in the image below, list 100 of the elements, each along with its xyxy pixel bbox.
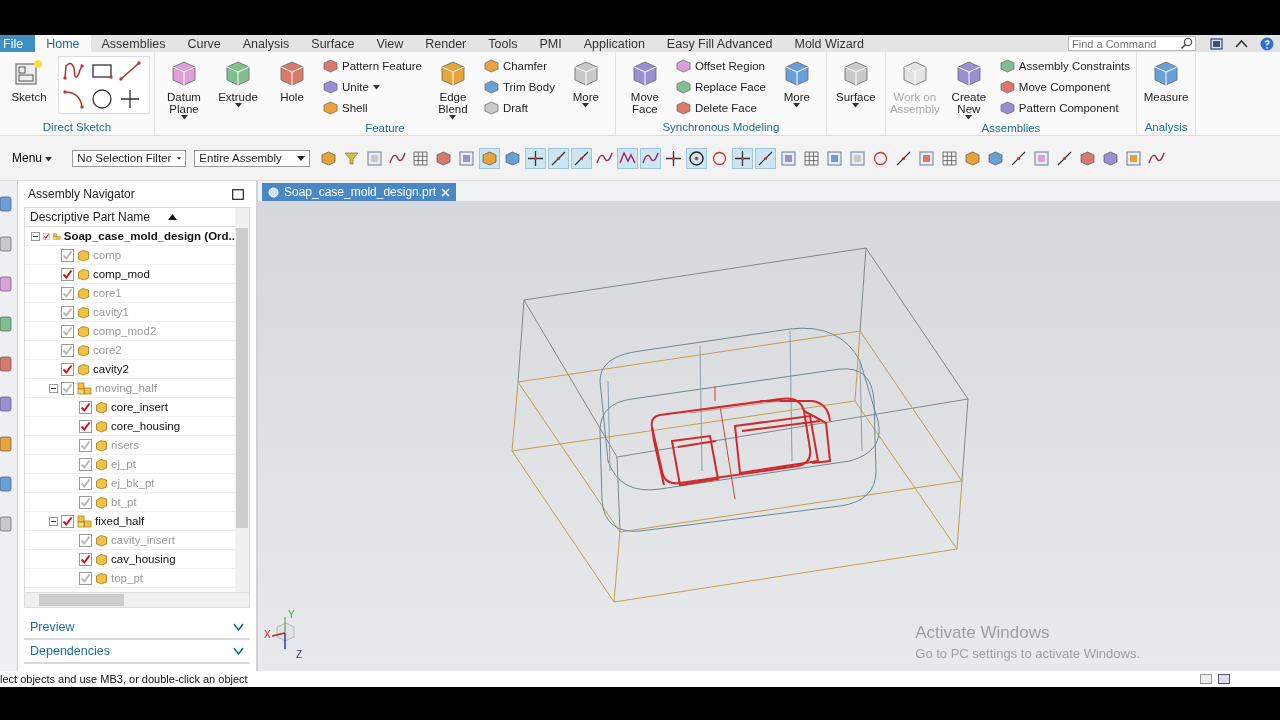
tree-item[interactable]: fixed_half: [95, 515, 145, 527]
ribbon-tab[interactable]: Curve: [176, 35, 232, 52]
ribbon-tab[interactable]: PMI: [528, 35, 573, 52]
ribbon-button[interactable]: Unite: [321, 77, 424, 97]
ribbon-button[interactable]: Delete Face: [673, 98, 768, 118]
checkbox[interactable]: [79, 419, 92, 433]
tree-item[interactable]: Soap_case_mold_design (Ord..: [63, 230, 235, 242]
ribbon-button[interactable]: Move Face: [619, 56, 670, 117]
help-icon[interactable]: [1260, 36, 1274, 51]
part-icon: [95, 571, 108, 585]
ribbon-tab[interactable]: Mold Wizard: [783, 35, 875, 52]
resource-bar-icon[interactable]: [0, 313, 12, 335]
checkbox[interactable]: [61, 362, 74, 376]
ribbon-button[interactable]: Move Component: [997, 77, 1133, 97]
checkbox[interactable]: [79, 533, 92, 547]
maximize-icon[interactable]: [232, 188, 244, 200]
resource-bar-icon[interactable]: [0, 193, 12, 215]
checkbox[interactable]: [79, 438, 92, 452]
ribbon-button[interactable]: Draft: [481, 98, 557, 118]
zigzag-icon[interactable]: [617, 147, 639, 169]
checkbox[interactable]: [61, 343, 74, 357]
ribbon-tab[interactable]: Analysis: [231, 35, 301, 52]
resource-bar-icon[interactable]: [0, 273, 12, 295]
selection-filter-dropdown[interactable]: No Selection Filter: [72, 149, 187, 167]
arc-icon[interactable]: [62, 88, 86, 110]
collapsible-panel[interactable]: Dependencies: [24, 640, 250, 664]
ribbon-button[interactable]: Trim Body: [481, 77, 557, 97]
checkbox[interactable]: [61, 248, 74, 262]
vertical-scrollbar[interactable]: [235, 208, 249, 592]
expander-icon[interactable]: [49, 516, 58, 526]
checkbox[interactable]: [61, 324, 74, 338]
ribbon-button[interactable]: Edge Blend: [427, 56, 478, 122]
resource-bar-icon[interactable]: [0, 513, 12, 535]
expander-icon[interactable]: [49, 383, 58, 393]
ribbon-tab[interactable]: Render: [414, 35, 478, 52]
ribbon-button[interactable]: Hole: [267, 56, 317, 105]
document-tab[interactable]: Soap_case_mold_design.prt: [262, 183, 457, 201]
resource-bar-icon[interactable]: [0, 233, 12, 255]
curve-icon[interactable]: [62, 60, 86, 82]
ribbon-button[interactable]: Pattern Component: [997, 98, 1133, 118]
checkbox[interactable]: [79, 495, 92, 509]
tree-item[interactable]: core_insert: [111, 401, 168, 413]
tree-item[interactable]: comp_mod: [93, 268, 150, 280]
collapse-icon[interactable]: [1235, 38, 1248, 49]
ribbon-tab[interactable]: Assemblies: [90, 35, 177, 52]
resource-bar-icon[interactable]: [0, 473, 12, 495]
ribbon-tab[interactable]: Application: [572, 35, 656, 52]
crosshair-icon[interactable]: [732, 147, 754, 169]
ribbon-tab[interactable]: Home: [35, 35, 91, 52]
menu-button[interactable]: Menu: [2, 151, 65, 165]
checkbox[interactable]: [61, 305, 74, 319]
tree-item[interactable]: cav_housing: [111, 553, 176, 565]
ribbon-tab[interactable]: Easy Fill Advanced: [655, 35, 784, 52]
ribbon-button[interactable]: Assembly Constraints: [997, 56, 1133, 76]
horizontal-scrollbar[interactable]: [24, 593, 250, 608]
ribbon-tab[interactable]: Tools: [477, 35, 529, 52]
ribbon-button[interactable]: Chamfer: [481, 56, 557, 76]
activation-notice-text: Go to PC settings to activate Windows.: [915, 646, 1140, 661]
circle-icon[interactable]: [90, 88, 114, 110]
collapsible-panel[interactable]: Preview: [24, 616, 250, 640]
part-icon: [95, 419, 108, 433]
ribbon-button[interactable]: Offset Region: [673, 56, 768, 76]
ribbon-button[interactable]: Datum Plane: [159, 56, 209, 122]
checkbox[interactable]: [61, 267, 74, 281]
ribbon-tab[interactable]: Surface: [300, 35, 366, 52]
checkbox[interactable]: [79, 457, 92, 471]
file-tab[interactable]: File: [0, 35, 36, 52]
tree-item[interactable]: cavity2: [93, 363, 129, 375]
window-icon[interactable]: [1210, 37, 1223, 50]
ribbon-button[interactable]: More: [771, 56, 822, 110]
line-icon[interactable]: [118, 60, 142, 82]
ribbon-button[interactable]: Sketch: [4, 56, 54, 105]
close-icon[interactable]: [441, 187, 451, 197]
plus-icon[interactable]: [118, 88, 142, 110]
resource-bar-icon[interactable]: [0, 353, 12, 375]
checkbox[interactable]: [61, 514, 74, 528]
ribbon-button[interactable]: Create New: [943, 56, 994, 122]
ribbon-button[interactable]: Shell: [321, 98, 424, 118]
ribbon-button[interactable]: Measure: [1141, 56, 1192, 105]
ribbon-button[interactable]: Surface: [830, 56, 881, 110]
checkbox[interactable]: [61, 286, 74, 300]
expander-icon[interactable]: [31, 231, 40, 241]
dot-circle-icon[interactable]: [686, 147, 708, 169]
ribbon-button[interactable]: More: [560, 56, 611, 110]
ribbon-tab[interactable]: View: [365, 35, 415, 52]
checkbox[interactable]: [61, 381, 74, 395]
checkbox[interactable]: [79, 476, 92, 490]
resource-bar-icon[interactable]: [0, 393, 12, 415]
assembly-scope-dropdown[interactable]: Entire Assembly: [194, 149, 311, 167]
ribbon-button[interactable]: Pattern Feature: [321, 56, 424, 76]
ribbon-button[interactable]: Replace Face: [673, 77, 768, 97]
ribbon-button[interactable]: Extrude: [213, 56, 263, 110]
command-search-field[interactable]: Find a Command: [1068, 36, 1196, 51]
crosshair-icon[interactable]: [525, 147, 547, 169]
checkbox[interactable]: [79, 552, 92, 566]
checkbox[interactable]: [79, 571, 92, 585]
tree-item[interactable]: core_housing: [111, 420, 181, 432]
curve-icon[interactable]: [640, 147, 662, 169]
resource-bar-icon[interactable]: [0, 433, 12, 455]
checkbox[interactable]: [79, 400, 92, 414]
